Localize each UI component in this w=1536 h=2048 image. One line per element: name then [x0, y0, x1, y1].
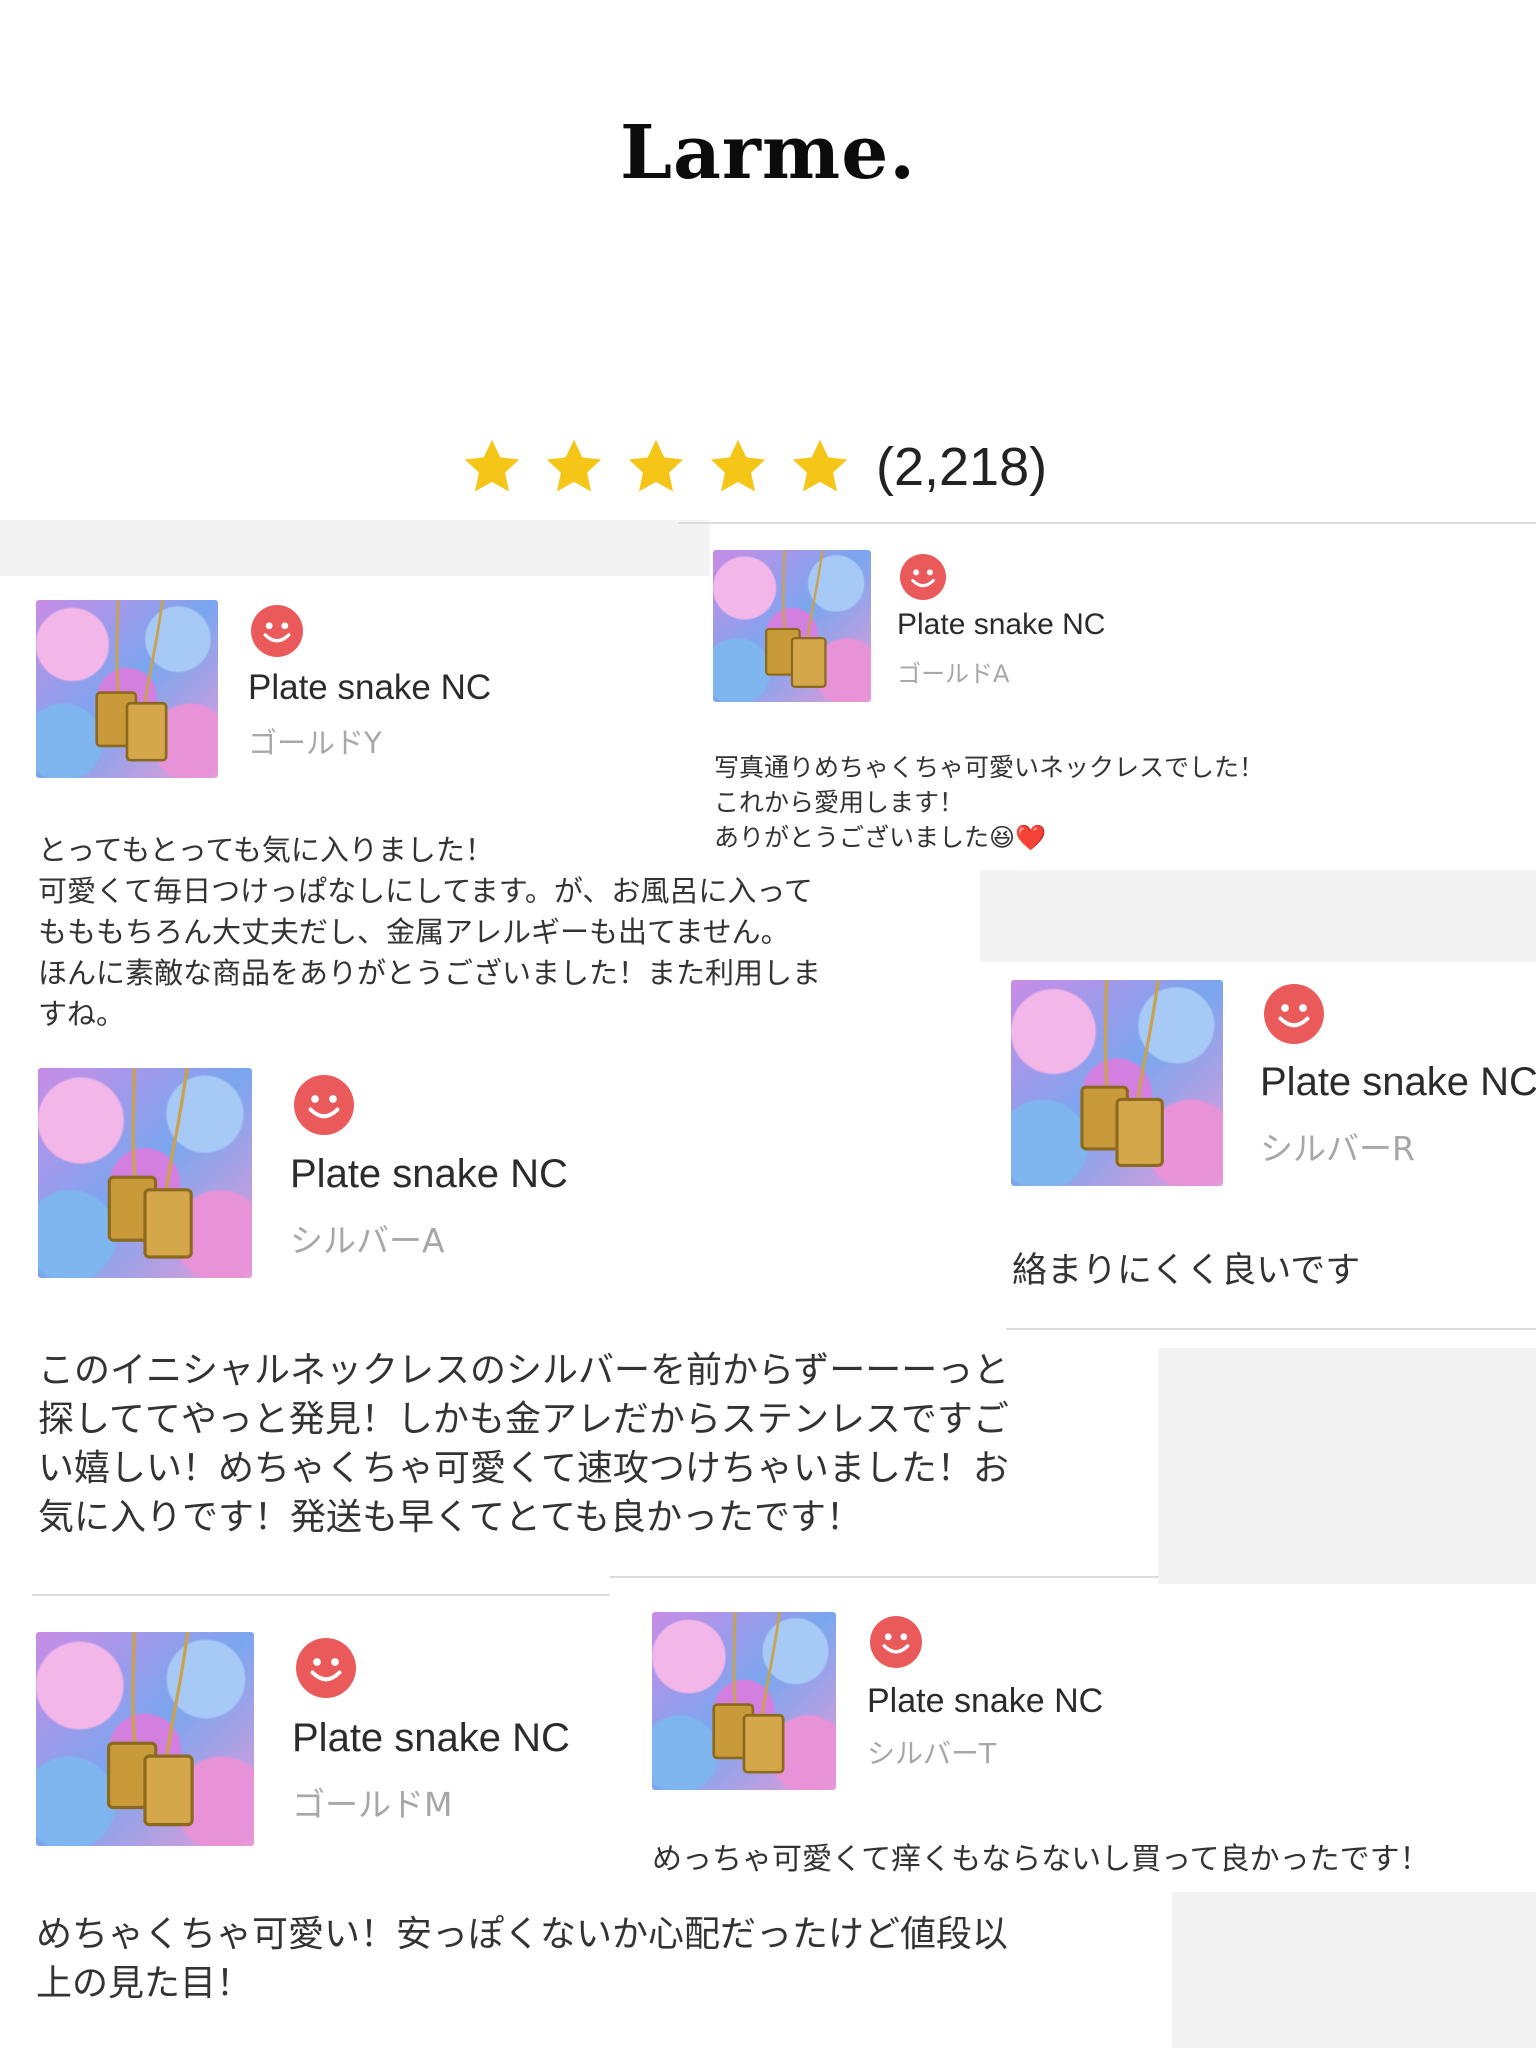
smile-icon: [294, 1075, 354, 1135]
product-name[interactable]: Plate snake NC: [867, 1682, 1103, 1721]
product-thumbnail[interactable]: [36, 600, 218, 778]
star-icon: [628, 439, 684, 492]
star-icon: [792, 439, 848, 492]
necklace-pendant-image: [95, 600, 168, 762]
smile-icon: [251, 605, 303, 657]
variant-label: シルバーR: [1260, 1129, 1415, 1168]
necklace-pendant-image: [107, 1632, 194, 1827]
smile-icon: [870, 1616, 922, 1668]
background-band: [980, 870, 1536, 962]
product-name[interactable]: Plate snake NC: [290, 1152, 568, 1197]
background-band: [0, 520, 710, 576]
background-band: [1172, 1892, 1536, 2048]
review-text: このイニシャルネックレスのシルバーを前からずーーーっと 探しててやっと発見！しか…: [38, 1350, 1010, 1538]
product-thumbnail[interactable]: [36, 1632, 254, 1846]
review-card: Plate snake NC シルバーA このイニシャルネックレスのシルバーを前…: [0, 1060, 1160, 1550]
smile-icon: [1264, 984, 1324, 1044]
divider: [678, 522, 1536, 524]
divider: [610, 1576, 1158, 1578]
product-name[interactable]: Plate snake NC: [248, 668, 491, 708]
variant-label: ゴールドA: [897, 660, 1010, 688]
product-thumbnail[interactable]: [652, 1612, 836, 1790]
smile-icon: [900, 554, 946, 600]
necklace-pendant-image: [765, 550, 827, 688]
variant-label: ゴールドY: [248, 726, 382, 760]
smile-icon: [296, 1638, 356, 1698]
star-icon: [464, 439, 520, 492]
rating-summary: (2,218): [460, 430, 1047, 504]
product-name[interactable]: Plate snake NC: [1260, 1060, 1536, 1105]
review-text: 写真通りめちゃくちゃ可愛いネックレスでした！ これから愛用します！ ありがとうご…: [714, 753, 1265, 852]
background-band: [1158, 1348, 1536, 1584]
review-card: Plate snake NC ゴールドA 写真通りめちゃくちゃ可愛いネックレスで…: [700, 540, 1536, 870]
necklace-pendant-image: [107, 1068, 193, 1259]
review-card: Plate snake NC シルバーT めっちゃ可愛くて痒くもならないし買って…: [640, 1600, 1536, 1900]
product-name[interactable]: Plate snake NC: [897, 608, 1105, 642]
product-thumbnail[interactable]: [38, 1068, 252, 1278]
review-text: めっちゃ可愛くて痒くもならないし買って良かったです！: [652, 1842, 1430, 1877]
variant-label: シルバーA: [290, 1221, 445, 1260]
review-text: めちゃくちゃ可愛い！安っぽくないか心配だったけど値段以 上の見た目！: [36, 1914, 1009, 2004]
variant-label: シルバーT: [867, 1737, 997, 1770]
rating-count: (2,218): [876, 437, 1048, 497]
product-name[interactable]: Plate snake NC: [292, 1716, 570, 1761]
star-icon: [546, 439, 602, 492]
divider: [32, 1594, 610, 1596]
variant-label: ゴールドM: [292, 1785, 453, 1824]
necklace-pendant-image: [712, 1612, 785, 1774]
product-thumbnail[interactable]: [713, 550, 871, 702]
brand-logo: Larme.: [619, 110, 917, 196]
star-icon: [710, 439, 766, 492]
